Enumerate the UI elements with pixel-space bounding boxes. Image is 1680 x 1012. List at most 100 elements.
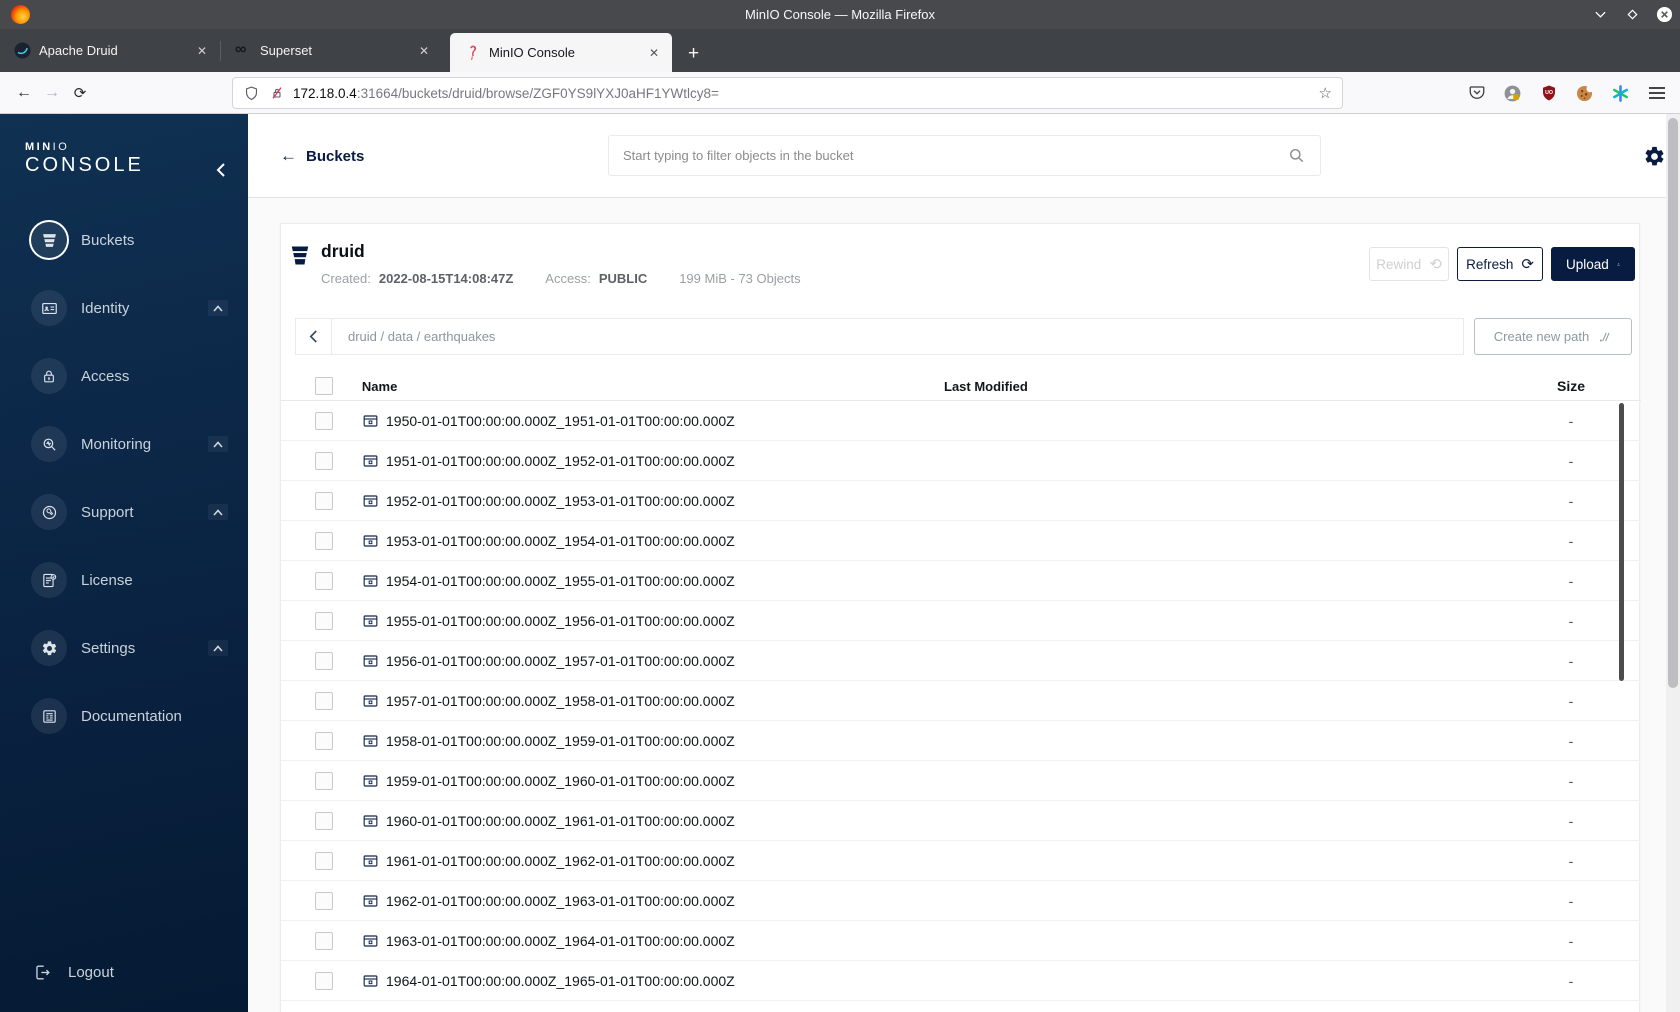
window-close-button[interactable] xyxy=(1654,5,1674,25)
name-column-header[interactable]: Name xyxy=(362,379,397,394)
sidebar-collapse-icon[interactable] xyxy=(214,162,228,178)
table-row[interactable]: 1961-01-01T00:00:00.000Z_1962-01-01T00:0… xyxy=(281,841,1641,881)
table-row[interactable]: 1950-01-01T00:00:00.000Z_1951-01-01T00:0… xyxy=(281,401,1641,441)
table-row[interactable]: 1960-01-01T00:00:00.000Z_1961-01-01T00:0… xyxy=(281,801,1641,841)
upload-button[interactable]: Upload xyxy=(1551,247,1635,281)
row-checkbox[interactable] xyxy=(315,451,333,470)
table-row[interactable]: 1953-01-01T00:00:00.000Z_1954-01-01T00:0… xyxy=(281,521,1641,561)
object-name[interactable]: 1953-01-01T00:00:00.000Z_1954-01-01T00:0… xyxy=(386,533,735,549)
page-scrollbar-thumb[interactable] xyxy=(1668,118,1678,688)
object-name[interactable]: 1954-01-01T00:00:00.000Z_1955-01-01T00:0… xyxy=(386,573,735,589)
table-row[interactable]: 1957-01-01T00:00:00.000Z_1958-01-01T00:0… xyxy=(281,681,1641,721)
settings-gear-button[interactable] xyxy=(1643,145,1666,168)
row-checkbox[interactable] xyxy=(315,611,333,630)
row-checkbox[interactable] xyxy=(315,731,333,750)
table-row[interactable]: 1955-01-01T00:00:00.000Z_1956-01-01T00:0… xyxy=(281,601,1641,641)
table-row[interactable]: 1963-01-01T00:00:00.000Z_1964-01-01T00:0… xyxy=(281,921,1641,961)
row-checkbox[interactable] xyxy=(315,851,333,870)
row-checkbox[interactable] xyxy=(315,691,333,710)
row-checkbox[interactable] xyxy=(315,971,333,990)
object-name[interactable]: 1963-01-01T00:00:00.000Z_1964-01-01T00:0… xyxy=(386,933,735,949)
table-row[interactable]: 1962-01-01T00:00:00.000Z_1963-01-01T00:0… xyxy=(281,881,1641,921)
table-row[interactable]: 1951-01-01T00:00:00.000Z_1952-01-01T00:0… xyxy=(281,441,1641,481)
sidebar-item-license[interactable]: License xyxy=(0,546,248,614)
row-checkbox[interactable] xyxy=(315,531,333,550)
window-maximize-button[interactable] xyxy=(1622,5,1642,25)
tracking-shield-icon[interactable] xyxy=(243,85,260,102)
row-checkbox[interactable] xyxy=(315,771,333,790)
pocket-icon[interactable] xyxy=(1467,84,1486,103)
search-input[interactable] xyxy=(623,148,1287,163)
bookmark-star-icon[interactable]: ☆ xyxy=(1319,84,1332,102)
back-to-buckets-link[interactable]: ← Buckets xyxy=(280,146,364,166)
new-tab-button[interactable]: + xyxy=(688,44,699,63)
row-checkbox[interactable] xyxy=(315,651,333,670)
breadcrumb[interactable]: druid / data / earthquakes xyxy=(348,329,495,344)
table-scrollbar-thumb[interactable] xyxy=(1619,403,1624,681)
table-row[interactable]: 1954-01-01T00:00:00.000Z_1955-01-01T00:0… xyxy=(281,561,1641,601)
table-row[interactable]: 1964-01-01T00:00:00.000Z_1965-01-01T00:0… xyxy=(281,961,1641,1001)
tab-close-icon[interactable]: ✕ xyxy=(194,42,210,60)
object-name[interactable]: 1952-01-01T00:00:00.000Z_1953-01-01T00:0… xyxy=(386,493,735,509)
sidebar-item-documentation[interactable]: Documentation xyxy=(0,682,248,750)
cookie-extension-icon[interactable] xyxy=(1575,84,1594,103)
page-scrollbar-track[interactable] xyxy=(1666,114,1680,1012)
object-name[interactable]: 1951-01-01T00:00:00.000Z_1952-01-01T00:0… xyxy=(386,453,735,469)
row-checkbox[interactable] xyxy=(315,891,333,910)
sidebar-item-settings[interactable]: Settings xyxy=(0,614,248,682)
reload-button[interactable]: ⟳ xyxy=(66,79,94,107)
chevron-up-icon[interactable] xyxy=(208,640,228,656)
chevron-up-icon[interactable] xyxy=(208,504,228,520)
sidebar-item-buckets[interactable]: Buckets xyxy=(0,206,248,274)
sidebar-item-support[interactable]: Support xyxy=(0,478,248,546)
chevron-up-icon[interactable] xyxy=(208,436,228,452)
tab-apache-druid[interactable]: Apache Druid ✕ xyxy=(0,29,220,72)
object-filter-search[interactable] xyxy=(608,135,1321,176)
row-checkbox[interactable] xyxy=(315,931,333,950)
table-row[interactable]: 1958-01-01T00:00:00.000Z_1959-01-01T00:0… xyxy=(281,721,1641,761)
object-name[interactable]: 1950-01-01T00:00:00.000Z_1951-01-01T00:0… xyxy=(386,413,735,429)
row-checkbox[interactable] xyxy=(315,411,333,430)
object-name[interactable]: 1956-01-01T00:00:00.000Z_1957-01-01T00:0… xyxy=(386,653,735,669)
url-bar[interactable]: 172.18.0.4:31664/buckets/druid/browse/ZG… xyxy=(232,77,1343,109)
size-column-header[interactable]: Size xyxy=(1551,378,1591,394)
create-new-path-button[interactable]: Create new path xyxy=(1474,318,1632,355)
window-minimize-button[interactable] xyxy=(1590,5,1610,25)
sidebar-item-identity[interactable]: Identity xyxy=(0,274,248,342)
forward-button[interactable]: → xyxy=(38,79,66,107)
rewind-button[interactable]: Rewind ⟲ xyxy=(1369,247,1449,281)
object-name[interactable]: 1962-01-01T00:00:00.000Z_1963-01-01T00:0… xyxy=(386,893,735,909)
tab-minio-console[interactable]: MinIO Console ✕ xyxy=(450,33,672,72)
table-row[interactable]: 1959-01-01T00:00:00.000Z_1960-01-01T00:0… xyxy=(281,761,1641,801)
profile-extension-icon[interactable] xyxy=(1503,84,1522,103)
object-name[interactable]: 1955-01-01T00:00:00.000Z_1956-01-01T00:0… xyxy=(386,613,735,629)
object-name[interactable]: 1961-01-01T00:00:00.000Z_1962-01-01T00:0… xyxy=(386,853,735,869)
object-name[interactable]: 1958-01-01T00:00:00.000Z_1959-01-01T00:0… xyxy=(386,733,735,749)
tab-close-icon[interactable]: ✕ xyxy=(416,42,432,60)
object-name[interactable]: 1960-01-01T00:00:00.000Z_1961-01-01T00:0… xyxy=(386,813,735,829)
table-row[interactable]: 1956-01-01T00:00:00.000Z_1957-01-01T00:0… xyxy=(281,641,1641,681)
tab-superset[interactable]: ∞ Superset ✕ xyxy=(221,29,442,72)
sidebar-item-logout[interactable]: Logout xyxy=(33,963,114,982)
url-text[interactable]: 172.18.0.4:31664/buckets/druid/browse/ZG… xyxy=(293,86,1311,101)
sidebar-item-monitoring[interactable]: Monitoring xyxy=(0,410,248,478)
menu-hamburger-icon[interactable] xyxy=(1647,84,1666,103)
path-back-button[interactable] xyxy=(296,319,332,354)
object-name[interactable]: 1964-01-01T00:00:00.000Z_1965-01-01T00:0… xyxy=(386,973,735,989)
tab-close-icon[interactable]: ✕ xyxy=(646,44,662,62)
select-all-checkbox[interactable] xyxy=(315,377,333,395)
insecure-lock-icon[interactable] xyxy=(269,85,285,101)
row-checkbox[interactable] xyxy=(315,571,333,590)
last-modified-column-header[interactable]: Last Modified xyxy=(944,379,1551,394)
object-name[interactable]: 1957-01-01T00:00:00.000Z_1958-01-01T00:0… xyxy=(386,693,735,709)
object-name[interactable]: 1959-01-01T00:00:00.000Z_1960-01-01T00:0… xyxy=(386,773,735,789)
row-checkbox[interactable] xyxy=(315,811,333,830)
ublock-origin-icon[interactable]: UO xyxy=(1539,84,1558,103)
back-button[interactable]: ← xyxy=(10,79,38,107)
row-checkbox[interactable] xyxy=(315,491,333,510)
chevron-up-icon[interactable] xyxy=(208,300,228,316)
refresh-button[interactable]: Refresh ⟳ xyxy=(1457,247,1543,281)
sidebar-item-access[interactable]: Access xyxy=(0,342,248,410)
containers-extension-icon[interactable] xyxy=(1611,84,1630,103)
table-row[interactable]: 1952-01-01T00:00:00.000Z_1953-01-01T00:0… xyxy=(281,481,1641,521)
